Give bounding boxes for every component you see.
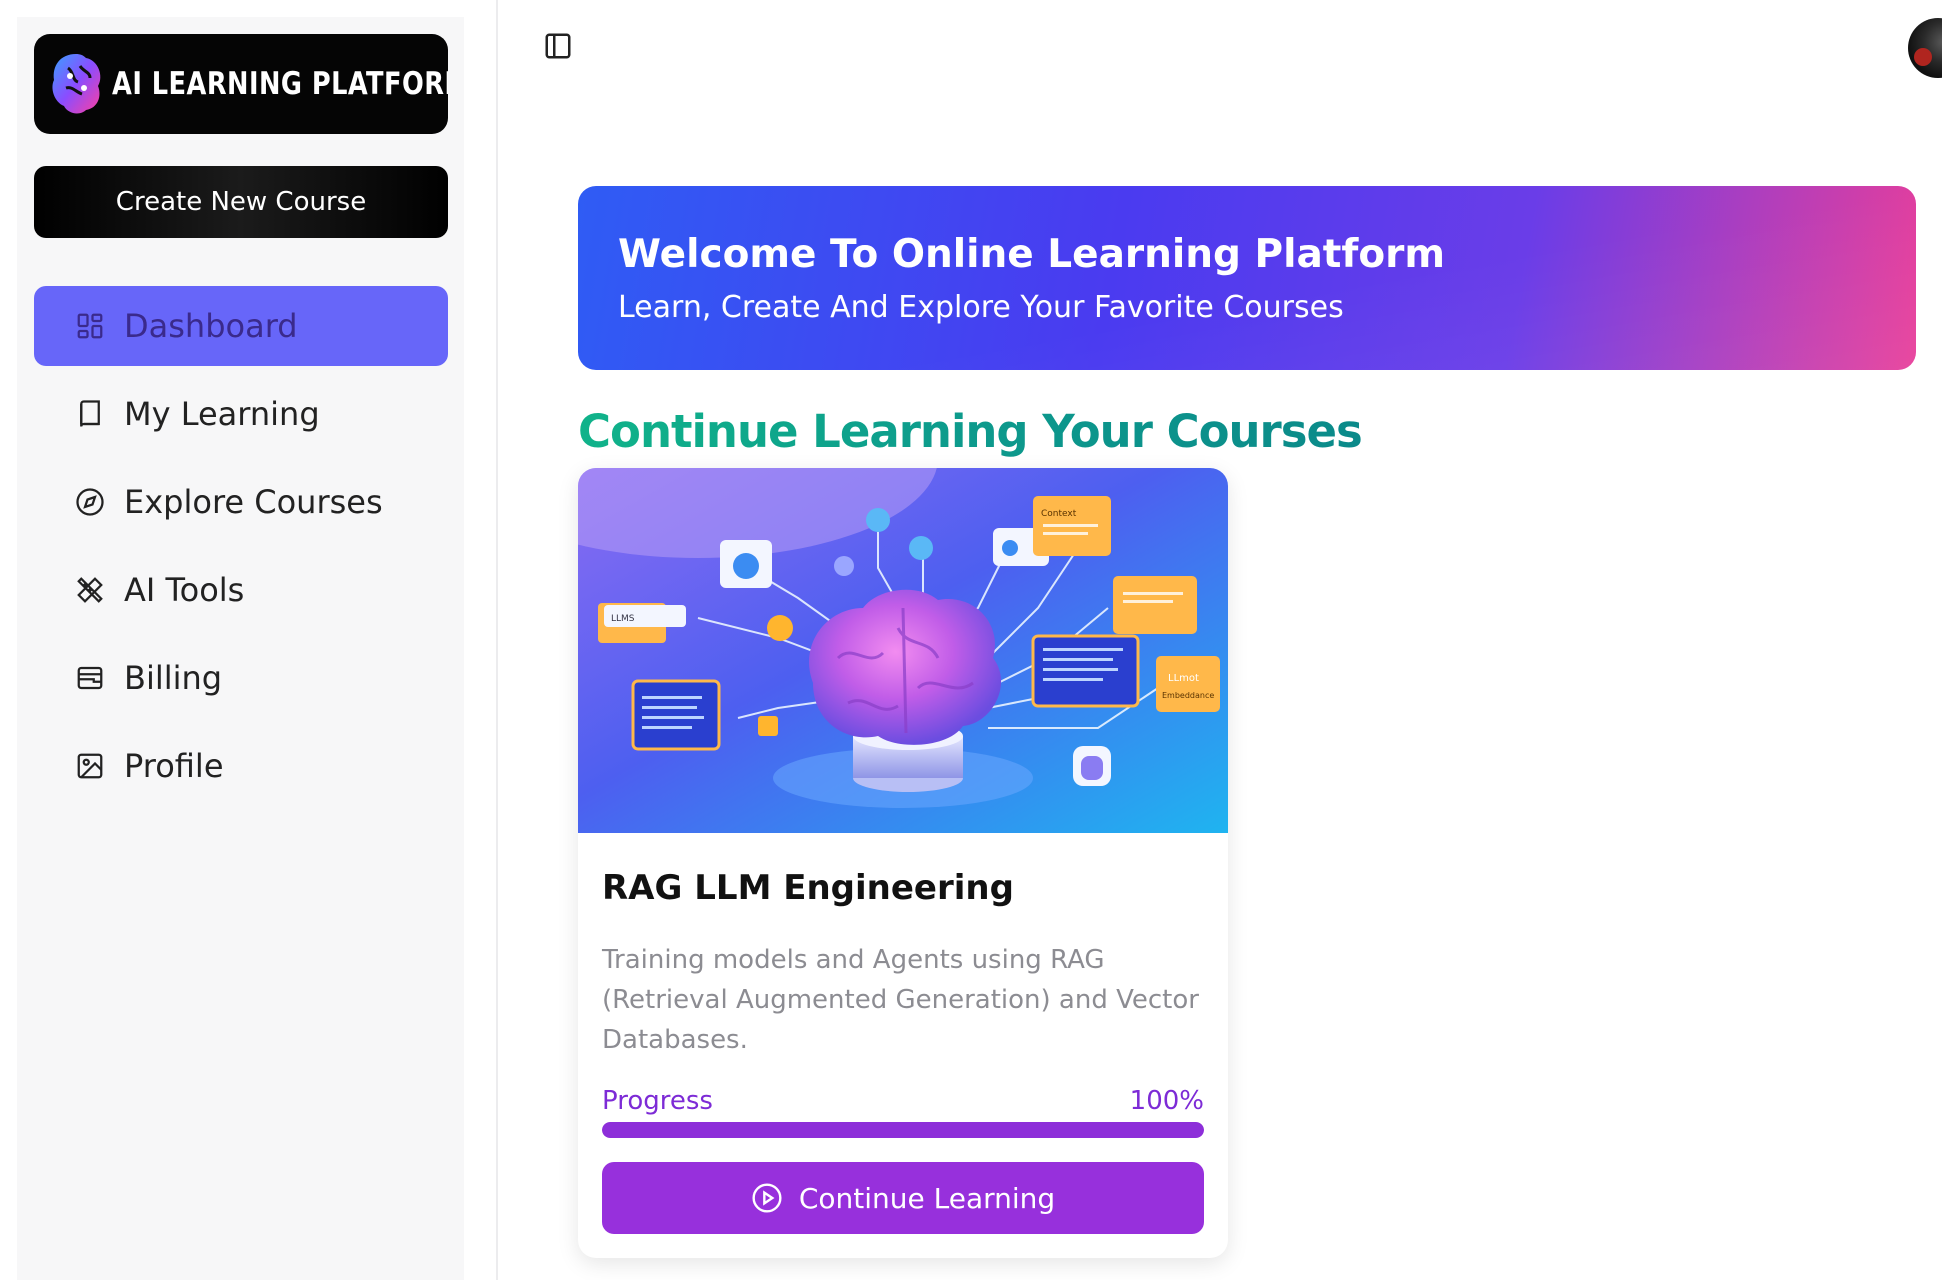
- sidebar-item-my-learning[interactable]: My Learning: [34, 374, 448, 454]
- image-icon: [74, 750, 106, 782]
- compass-icon: [74, 486, 106, 518]
- banner-title: Welcome To Online Learning Platform: [618, 232, 1446, 277]
- sidebar-item-profile[interactable]: Profile: [34, 726, 448, 806]
- app-root: AI LEARNING PLATFORM Create New Course D…: [0, 0, 1942, 1280]
- course-title: RAG LLM Engineering: [602, 868, 1014, 908]
- course-banner-image: Context LLmot Embeddance LLMS: [578, 468, 1228, 833]
- panel-left-icon: [545, 33, 571, 59]
- sidebar-item-label: Explore Courses: [124, 483, 383, 521]
- section-title: Continue Learning Your Courses: [578, 405, 1363, 458]
- wallet-icon: [74, 662, 106, 694]
- tools-icon: [74, 574, 106, 606]
- continue-learning-label: Continue Learning: [798, 1181, 1056, 1215]
- sidebar-nav: Dashboard My Learning Explore Courses AI…: [34, 286, 448, 814]
- banner-subtitle: Learn, Create And Explore Your Favorite …: [618, 290, 1344, 325]
- progress-percent: 100%: [1129, 1086, 1204, 1116]
- sidebar: AI LEARNING PLATFORM Create New Course D…: [17, 17, 464, 1280]
- layout-dashboard-icon: [74, 310, 106, 342]
- progress-row: Progress 100%: [602, 1086, 1204, 1116]
- course-card[interactable]: Context LLmot Embeddance LLMS RAG LLM En…: [578, 468, 1228, 1258]
- sidebar-item-label: My Learning: [124, 395, 320, 433]
- progress-label: Progress: [602, 1086, 713, 1116]
- sidebar-item-ai-tools[interactable]: AI Tools: [34, 550, 448, 630]
- continue-learning-button[interactable]: Continue Learning: [602, 1162, 1204, 1234]
- user-avatar[interactable]: [1908, 18, 1942, 78]
- course-description: Training models and Agents using RAG (Re…: [602, 945, 1199, 1055]
- image-label-context: Context: [1041, 509, 1077, 519]
- sidebar-item-label: AI Tools: [124, 571, 245, 609]
- book-icon: [74, 398, 106, 430]
- progress-bar: [602, 1122, 1204, 1138]
- sidebar-item-explore-courses[interactable]: Explore Courses: [34, 462, 448, 542]
- brand-name: AI LEARNING PLATFORM: [112, 66, 448, 102]
- sidebar-divider: [496, 0, 498, 1280]
- progress-bar-fill: [602, 1122, 1204, 1138]
- sidebar-toggle-button[interactable]: [540, 28, 576, 64]
- sidebar-item-label: Profile: [124, 747, 224, 785]
- sidebar-item-label: Dashboard: [124, 307, 298, 345]
- image-label-embedding: Embeddance: [1162, 691, 1214, 700]
- image-label-llmot: LLmot: [1168, 673, 1199, 684]
- play-circle-icon: [751, 1182, 783, 1214]
- image-label-llms: LLMS: [611, 614, 635, 624]
- brand-logo[interactable]: AI LEARNING PLATFORM: [34, 34, 448, 134]
- brain-logo-icon: [52, 54, 101, 114]
- sidebar-item-label: Billing: [124, 659, 223, 697]
- sidebar-item-billing[interactable]: Billing: [34, 638, 448, 718]
- create-new-course-button[interactable]: Create New Course: [34, 166, 448, 238]
- welcome-banner: Welcome To Online Learning Platform Lear…: [578, 186, 1916, 370]
- sidebar-item-dashboard[interactable]: Dashboard: [34, 286, 448, 366]
